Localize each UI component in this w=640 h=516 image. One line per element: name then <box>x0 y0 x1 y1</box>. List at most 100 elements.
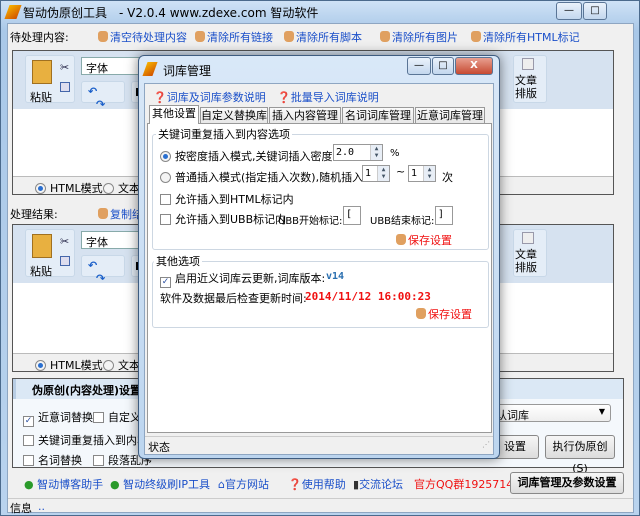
checkbox-label: 启用近义词库云更新,词库版本: <box>175 272 326 285</box>
tab-noun-library[interactable]: 名词词库管理 <box>342 107 414 124</box>
check-icon: ✓ <box>23 416 34 427</box>
undo-icon[interactable]: ↶ <box>88 259 97 272</box>
checkbox-label: 允许插入到UBB标记内 <box>175 213 287 226</box>
layout-button[interactable]: 文章 排版 <box>513 55 547 103</box>
cut-icon[interactable]: ✂ <box>60 61 69 74</box>
paste-button[interactable]: 粘贴 ✂ <box>25 55 75 104</box>
cloud-update-checkbox[interactable]: ✓ 启用近义词库云更新,词库版本: <box>160 270 325 288</box>
clear-pending-link[interactable]: 清空待处理内容 <box>98 29 187 45</box>
forum-link[interactable]: ▮交流论坛 <box>353 476 403 492</box>
run-button[interactable]: 执行伪原创(S) <box>545 435 615 475</box>
clipboard-icon <box>32 234 52 258</box>
tab-other-settings[interactable]: 其他设置 <box>149 105 199 124</box>
link-label: 词库及词库参数说明 <box>166 91 266 104</box>
spinner-arrows-icon[interactable]: ▲ ▼ <box>377 166 389 181</box>
checkbox-box <box>93 455 104 466</box>
clear-images-link[interactable]: 清除所有图片 <box>380 29 458 45</box>
clipboard-icon <box>32 60 52 84</box>
dialog-minimize-button[interactable]: — <box>407 57 431 75</box>
checkbox-box <box>160 214 171 225</box>
hand-icon <box>396 234 406 245</box>
paste-label: 粘贴 <box>30 91 52 104</box>
html-mode-radio[interactable]: HTML模式 <box>35 180 103 196</box>
group-title: 其他选项 <box>154 253 202 269</box>
home-icon: ⌂ <box>218 478 225 491</box>
tab-insert-content[interactable]: 插入内容管理 <box>269 107 341 124</box>
maximize-button[interactable]: □ <box>583 2 607 20</box>
max-times-input[interactable]: 1 ▲ ▼ <box>408 165 436 182</box>
radio-icon <box>35 360 46 371</box>
clear-scripts-link[interactable]: 清除所有脚本 <box>284 29 362 45</box>
density-input[interactable]: 2.0 ▲ ▼ <box>333 144 383 161</box>
allow-ubb-checkbox[interactable]: 允许插入到UBB标记内 <box>160 211 286 227</box>
clear-html-link[interactable]: 清除所有HTML标记 <box>471 29 580 45</box>
paste-label: 粘贴 <box>30 265 52 278</box>
keyword-checkbox[interactable]: 关键词重复插入到内容 <box>23 432 148 448</box>
help-link[interactable]: ❓使用帮助 <box>288 476 346 492</box>
green-dot-icon: ● <box>110 478 124 491</box>
dialog-maximize-button[interactable]: □ <box>432 57 454 75</box>
checkbox-label: 名词替换 <box>38 454 82 467</box>
link-label: 保存设置 <box>408 234 452 247</box>
tab-synonym-library[interactable]: 近意词库管理 <box>415 107 485 124</box>
hand-icon <box>195 31 205 42</box>
save-settings-link-2[interactable]: 保存设置 <box>416 306 472 322</box>
library-dropdown[interactable]: 认词库 ▼ <box>491 404 611 422</box>
radio-label: 按密度插入模式,关键词插入密度: <box>175 150 337 163</box>
minimize-button[interactable]: — <box>556 2 582 20</box>
ubb-end-label: UBB结束标记: <box>370 216 435 227</box>
density-mode-radio[interactable]: 按密度插入模式,关键词插入密度: <box>160 148 336 164</box>
dialog-close-button[interactable]: X <box>455 57 493 75</box>
resize-grip-icon[interactable]: ⋰ <box>482 440 490 449</box>
tilde-label: ~ <box>396 165 406 178</box>
ip-tool-link[interactable]: ● 智动终级刷IP工具 <box>110 476 210 492</box>
copy-icon[interactable] <box>60 82 70 92</box>
website-link[interactable]: ⌂官方网站 <box>218 476 269 492</box>
input-value: 1 <box>411 168 418 179</box>
html-mode-radio[interactable]: HTML模式 <box>35 357 103 373</box>
cut-icon[interactable]: ✂ <box>60 235 69 248</box>
document-icon <box>522 58 534 70</box>
blog-helper-link[interactable]: ● 智动博客助手 <box>24 476 103 492</box>
ubb-start-input[interactable]: [ <box>343 206 361 225</box>
dialog-title: 词库管理 <box>163 64 212 78</box>
pending-label: 待处理内容: <box>10 31 69 44</box>
redo-icon[interactable]: ↷ <box>96 98 105 111</box>
link-label: 清除所有脚本 <box>296 31 362 44</box>
status-bar: 信息 .. <box>8 498 633 515</box>
undo-icon[interactable]: ↶ <box>88 85 97 98</box>
save-settings-link-1[interactable]: 保存设置 <box>396 232 452 248</box>
allow-html-checkbox[interactable]: 允许插入到HTML标记内 <box>160 191 294 207</box>
spinner-arrows-icon[interactable]: ▲ ▼ <box>423 166 435 181</box>
ubb-end-input[interactable]: ] <box>435 206 453 225</box>
import-help-link[interactable]: ❓批量导入词库说明 <box>277 89 379 105</box>
noun-checkbox[interactable]: 名词替换 <box>23 452 82 468</box>
checkbox-box <box>23 455 34 466</box>
clear-links-link[interactable]: 清除所有链接 <box>195 29 273 45</box>
copy-result-link[interactable]: 复制结 <box>98 206 143 222</box>
spinner-arrows-icon[interactable]: ▲ ▼ <box>370 145 382 160</box>
link-label: 清空待处理内容 <box>110 31 187 44</box>
min-times-input[interactable]: 1 ▲ ▼ <box>362 165 390 182</box>
layout-button[interactable]: 文章 排版 <box>513 229 547 277</box>
help-icon: ❓ <box>153 91 167 104</box>
link-label: 保存设置 <box>428 308 472 321</box>
last-check-time: 2014/11/12 16:00:23 <box>305 290 431 303</box>
library-manage-button[interactable]: 词库管理及参数设置 <box>510 472 624 494</box>
synonym-checkbox[interactable]: ✓ 近意词替换 <box>23 409 93 427</box>
checkbox-box <box>93 412 104 423</box>
checkbox-box <box>160 194 171 205</box>
redo-icon[interactable]: ↷ <box>96 272 105 285</box>
copy-icon[interactable] <box>60 256 70 266</box>
paste-button[interactable]: 粘贴 ✂ <box>25 229 75 278</box>
normal-mode-radio[interactable]: 普通插入模式(指定插入次数),随机插入: <box>160 169 367 185</box>
hand-icon <box>98 31 108 42</box>
library-help-link[interactable]: ❓词库及词库参数说明 <box>153 89 266 105</box>
settings-title: 伪原创(内容处理)设置 <box>32 384 142 397</box>
tab-custom-replace[interactable]: 自定义替换库 <box>200 107 268 124</box>
dialog-status-label: 状态 <box>148 441 170 454</box>
status-value: .. <box>38 500 45 513</box>
dialog-status-bar: 状态 ⋰ <box>145 436 493 454</box>
radio-icon <box>103 360 114 371</box>
hand-icon <box>98 208 108 219</box>
